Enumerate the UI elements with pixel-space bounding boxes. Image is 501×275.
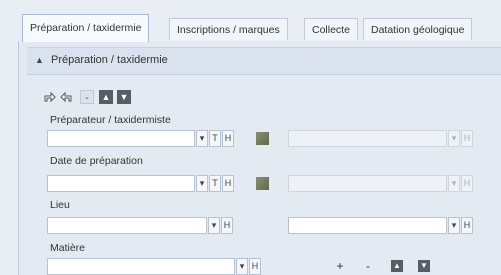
date-link-input <box>288 175 447 192</box>
preparateur-input[interactable] <box>47 130 195 147</box>
section-title: Préparation / taxidermie <box>51 54 168 66</box>
move-down-button[interactable]: ▼ <box>418 260 430 272</box>
section-header[interactable]: ▲ Préparation / taxidermie <box>27 47 501 75</box>
lieu-link-dropdown-button[interactable]: ▾ <box>448 217 460 234</box>
date-dropdown-button[interactable]: ▾ <box>196 175 208 192</box>
remove-button[interactable]: - <box>80 90 94 104</box>
tab-label: Datation géologique <box>371 24 465 36</box>
tab-inscriptions-marques[interactable]: Inscriptions / marques <box>169 18 288 40</box>
preparateur-h-button[interactable]: H <box>222 130 234 147</box>
date-link-h-button: H <box>461 175 473 192</box>
tab-datation-geologique[interactable]: Datation géologique <box>363 18 473 40</box>
lieu-label: Lieu <box>50 199 70 211</box>
date-t-button[interactable]: T <box>209 175 221 192</box>
matiere-h-button[interactable]: H <box>249 258 261 275</box>
lieu-link-input[interactable] <box>288 217 447 234</box>
preparateur-link-dropdown-button: ▾ <box>448 130 460 147</box>
preparateur-t-button[interactable]: T <box>209 130 221 147</box>
lieu-h-button[interactable]: H <box>221 217 233 234</box>
lieu-input[interactable] <box>47 217 207 234</box>
preparateur-dropdown-button[interactable]: ▾ <box>196 130 208 147</box>
tab-collecte[interactable]: Collecte <box>304 18 358 40</box>
undo-arrow-icon[interactable] <box>60 90 74 104</box>
chevron-up-icon[interactable]: ▲ <box>35 55 44 65</box>
image-thumbnail-icon[interactable] <box>256 132 269 145</box>
matiere-dropdown-button[interactable]: ▾ <box>236 258 248 275</box>
lieu-dropdown-button[interactable]: ▾ <box>208 217 220 234</box>
date-input[interactable] <box>47 175 195 192</box>
preparateur-label: Préparateur / taxidermiste <box>50 114 171 126</box>
image-thumbnail-icon[interactable] <box>256 177 269 190</box>
add-button[interactable]: + <box>333 259 347 273</box>
matiere-input[interactable] <box>47 258 235 275</box>
lieu-link-h-button[interactable]: H <box>461 217 473 234</box>
tab-preparation-taxidermie[interactable]: Préparation / taxidermie <box>22 14 150 42</box>
preparateur-link-input <box>288 130 447 147</box>
remove-button[interactable]: - <box>361 259 375 273</box>
preparateur-link-h-button: H <box>461 130 473 147</box>
move-down-button[interactable]: ▼ <box>117 90 131 104</box>
tab-label: Inscriptions / marques <box>177 24 280 36</box>
move-up-button[interactable]: ▲ <box>391 260 403 272</box>
tab-bar: Préparation / taxidermie Inscriptions / … <box>18 14 501 42</box>
date-h-button[interactable]: H <box>222 175 234 192</box>
tab-label: Préparation / taxidermie <box>30 22 142 34</box>
date-link-dropdown-button: ▾ <box>448 175 460 192</box>
move-up-button[interactable]: ▲ <box>99 90 113 104</box>
matiere-label: Matière <box>50 242 86 254</box>
redo-arrow-icon[interactable] <box>42 90 56 104</box>
date-label: Date de préparation <box>50 155 143 167</box>
tab-label: Collecte <box>312 24 350 36</box>
